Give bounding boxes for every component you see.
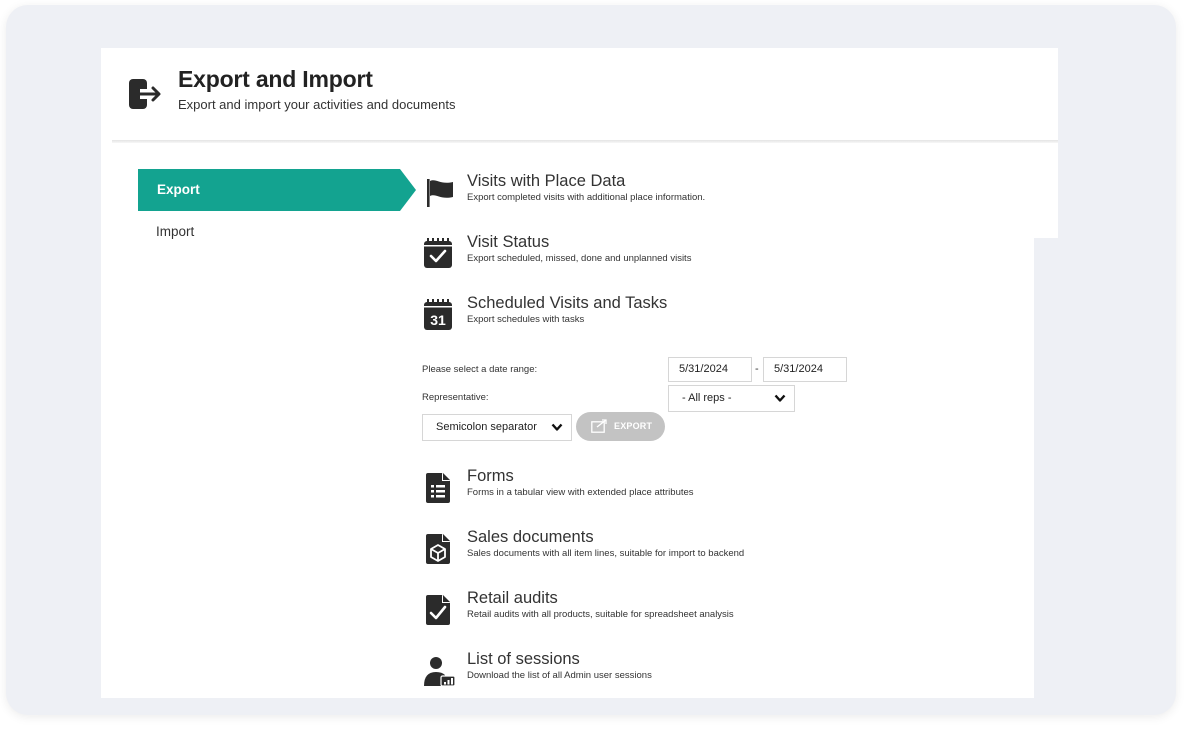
item-description: Forms in a tabular view with extended pl… [467, 487, 694, 498]
item-description: Export completed visits with additional … [467, 192, 706, 203]
separator-value: Semicolon separator [436, 421, 537, 433]
item-title: Retail audits [467, 589, 558, 607]
nav-item-import[interactable]: Import [156, 224, 194, 239]
list-document-icon [426, 473, 450, 503]
item-description: Export schedules with tasks [467, 314, 585, 325]
item-title: Sales documents [467, 528, 594, 546]
export-item-forms[interactable]: Forms Forms in a tabular view with exten… [422, 467, 942, 515]
item-title: Visits with Place Data [467, 172, 626, 190]
nav-item-export[interactable]: Export [138, 169, 400, 211]
export-item-scheduled-visits-tasks[interactable]: 31 Scheduled Visits and Tasks Export sch… [422, 294, 942, 342]
page-subtitle: Export and import your activities and do… [178, 97, 456, 112]
box-document-icon [426, 534, 450, 564]
separator-select[interactable]: Semicolon separator [422, 414, 572, 441]
date-range-label: Please select a date range: [422, 364, 538, 375]
item-title: Scheduled Visits and Tasks [467, 294, 668, 312]
page-title: Export and Import [178, 66, 373, 92]
calendar-check-icon [424, 238, 452, 268]
chevron-down-icon [551, 423, 563, 431]
calendar-31-icon: 31 [424, 299, 452, 330]
date-separator: - [755, 363, 759, 375]
export-import-icon [129, 79, 161, 109]
item-title: Visit Status [467, 233, 550, 251]
export-item-visit-status[interactable]: Visit Status Export scheduled, missed, d… [422, 233, 942, 281]
item-description: Sales documents with all item lines, sui… [467, 548, 745, 559]
item-title: Forms [467, 467, 514, 485]
export-icon [591, 419, 607, 433]
calendar-day-text: 31 [430, 312, 446, 328]
representative-value: - All reps - [682, 392, 732, 404]
header-divider [112, 140, 1058, 143]
export-item-sales-documents[interactable]: Sales documents Sales documents with all… [422, 528, 942, 576]
export-button[interactable]: EXPORT [576, 412, 665, 441]
item-description: Export scheduled, missed, done and unpla… [467, 253, 692, 264]
chevron-down-icon [774, 394, 786, 402]
flag-icon [427, 179, 453, 207]
representative-label: Representative: [422, 392, 489, 403]
nav-active-arrow [400, 169, 416, 211]
export-button-label: EXPORT [614, 421, 653, 431]
check-document-icon [426, 595, 450, 625]
export-item-list-of-sessions[interactable]: List of sessions Download the list of al… [422, 650, 942, 698]
item-description: Retail audits with all products, suitabl… [467, 609, 734, 620]
date-to-input[interactable]: 5/31/2024 [763, 357, 847, 382]
user-chart-icon [424, 657, 456, 686]
item-title: List of sessions [467, 650, 580, 668]
date-from-input[interactable]: 5/31/2024 [668, 357, 752, 382]
export-item-retail-audits[interactable]: Retail audits Retail audits with all pro… [422, 589, 942, 637]
item-description: Download the list of all Admin user sess… [467, 670, 652, 681]
page-header [101, 48, 1058, 142]
representative-select[interactable]: - All reps - [668, 385, 795, 412]
export-item-visits-place-data[interactable]: Visits with Place Data Export completed … [422, 172, 942, 220]
